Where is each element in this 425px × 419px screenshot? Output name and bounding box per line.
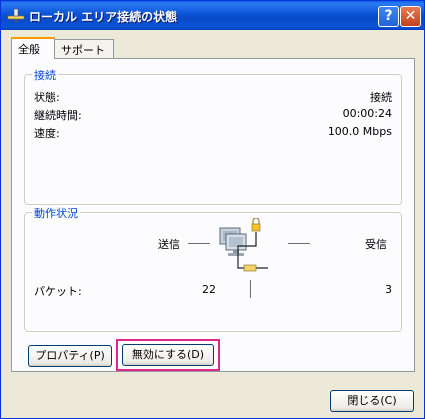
title-bar[interactable]: ローカル エリア接続の状態 ? ✕ xyxy=(1,1,424,30)
sent-line xyxy=(188,243,210,244)
speed-value: 100.0 Mbps xyxy=(327,125,392,138)
duration-label: 継続時間: xyxy=(34,109,82,122)
window-title: ローカル エリア接続の状態 xyxy=(29,10,178,24)
tab-panel-general: 接続 状態: 接続 継続時間: 00:00:24 速度: 100.0 Mbps … xyxy=(11,58,415,372)
received-label: 受信 xyxy=(365,238,387,251)
status-label: 状態: xyxy=(34,91,60,104)
packets-sent-value: 22 xyxy=(202,283,216,296)
status-dialog: ローカル エリア接続の状態 ? ✕ 全般 サポート 接続 状態: 接続 継続時間… xyxy=(0,0,425,419)
activity-legend: 動作状況 xyxy=(32,205,80,221)
activity-group: 動作状況 送信 受信 パケット: 22 3 xyxy=(24,205,402,332)
divider-line xyxy=(250,280,251,298)
network-icon xyxy=(7,8,25,22)
disable-button[interactable]: 無効にする(D) xyxy=(122,344,214,366)
received-line xyxy=(288,243,310,244)
tab-general[interactable]: 全般 xyxy=(11,37,55,59)
close-window-button[interactable]: ✕ xyxy=(400,6,421,27)
properties-button[interactable]: プロパティ(P) xyxy=(28,345,112,367)
sent-label: 送信 xyxy=(158,238,180,251)
duration-value: 00:00:24 xyxy=(342,107,392,120)
status-value: 接続 xyxy=(370,91,392,104)
help-button[interactable]: ? xyxy=(378,6,399,27)
connection-legend: 接続 xyxy=(32,67,58,83)
connection-group: 接続 状態: 接続 継続時間: 00:00:24 速度: 100.0 Mbps xyxy=(24,67,402,205)
packets-label: パケット: xyxy=(34,285,82,298)
network-computers-icon xyxy=(219,218,268,272)
packets-received-value: 3 xyxy=(385,283,392,296)
tab-support[interactable]: サポート xyxy=(54,39,114,58)
close-button[interactable]: 閉じる(C) xyxy=(330,390,414,412)
speed-label: 速度: xyxy=(34,127,60,140)
